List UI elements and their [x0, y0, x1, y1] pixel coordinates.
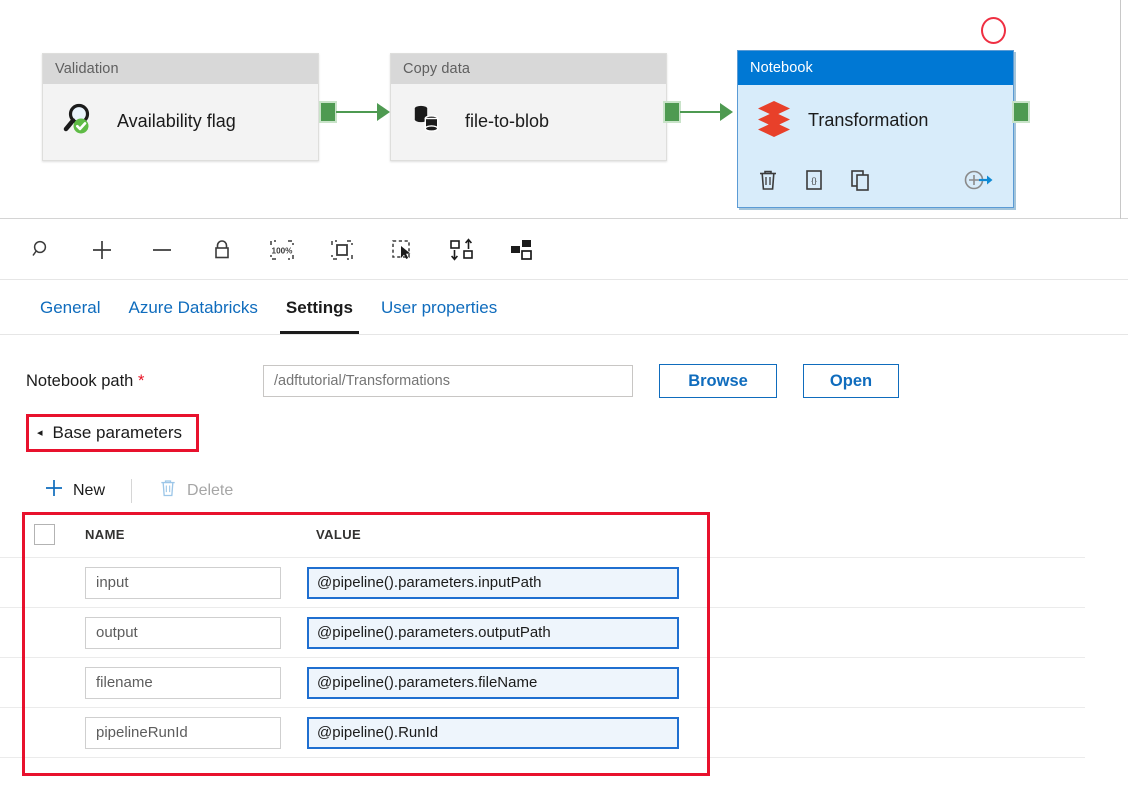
database-copy-icon: [409, 99, 449, 144]
lock-icon[interactable]: [204, 232, 240, 268]
activity-type-label: Copy data: [391, 54, 666, 84]
connector-arrow-2: [720, 103, 733, 121]
delete-activity-icon[interactable]: [756, 168, 780, 192]
activity-node-notebook[interactable]: Notebook Transformation {}: [737, 50, 1014, 208]
connector-arrow-1: [377, 103, 390, 121]
connector-handle-2[interactable]: [663, 101, 681, 123]
activity-type-label: Notebook: [738, 51, 1013, 85]
svg-text:{}: {}: [811, 177, 817, 186]
column-header-value: VALUE: [316, 527, 362, 542]
connector-line-1: [336, 111, 380, 113]
canvas-toolbar: 100%: [0, 220, 1128, 280]
fit-to-screen-icon[interactable]: [324, 232, 360, 268]
activity-name: file-to-blob: [465, 111, 550, 131]
open-button[interactable]: Open: [803, 364, 899, 398]
add-output-icon[interactable]: [963, 168, 995, 192]
clone-activity-icon[interactable]: [848, 168, 872, 192]
base-parameters-table: NAME VALUE: [0, 512, 1128, 758]
parameter-value-input[interactable]: [307, 716, 679, 749]
zoom-out-icon[interactable]: [144, 232, 180, 268]
delete-parameter-label: Delete: [187, 481, 234, 499]
parameter-value-input[interactable]: [307, 616, 679, 649]
parameter-name-input[interactable]: [85, 666, 281, 699]
settings-panel: Notebook path * Browse Open ◂ Base param…: [0, 336, 1128, 792]
annotation-circle-highlight: [981, 17, 1006, 44]
svg-text:100%: 100%: [272, 246, 294, 255]
browse-button[interactable]: Browse: [659, 364, 777, 398]
activity-type-label: Validation: [43, 54, 318, 84]
parameter-name-input[interactable]: [85, 716, 281, 749]
notebook-path-row: Notebook path * Browse Open: [26, 364, 899, 398]
collapse-caret-icon: ◂: [37, 426, 43, 439]
activity-name: Transformation: [808, 109, 929, 130]
table-row: [0, 658, 1085, 708]
plus-icon: [44, 478, 64, 503]
adf-pipeline-editor: Validation Availability flag Copy data f…: [0, 0, 1128, 792]
connector-handle-output[interactable]: [1012, 101, 1030, 123]
table-row: [0, 608, 1085, 658]
code-activity-icon[interactable]: {}: [802, 168, 826, 192]
connector-handle-1[interactable]: [319, 101, 337, 123]
canvas-right-divider: [1120, 0, 1121, 219]
parameter-name-input[interactable]: [85, 566, 281, 599]
tab-azure-databricks[interactable]: Azure Databricks: [114, 282, 271, 334]
connector-line-2: [680, 111, 723, 113]
zoom-in-icon[interactable]: [84, 232, 120, 268]
activity-name: Availability flag: [117, 111, 236, 131]
parameter-name-input[interactable]: [85, 616, 281, 649]
tab-user-properties[interactable]: User properties: [367, 282, 511, 334]
required-asterisk: *: [137, 371, 145, 390]
tab-general[interactable]: General: [26, 282, 114, 334]
databricks-layers-icon: [756, 99, 792, 142]
auto-align-icon[interactable]: [444, 232, 480, 268]
column-header-name: NAME: [85, 527, 125, 542]
table-header-row: NAME VALUE: [0, 512, 1085, 558]
tab-settings[interactable]: Settings: [272, 282, 367, 334]
activity-node-validation[interactable]: Validation Availability flag: [42, 53, 319, 161]
base-parameters-title: Base parameters: [52, 423, 182, 442]
parameter-value-input[interactable]: [307, 666, 679, 699]
marquee-select-icon[interactable]: [384, 232, 420, 268]
parameter-value-input[interactable]: [307, 566, 679, 599]
magnifier-check-icon: [61, 99, 101, 144]
notebook-path-label: Notebook path *: [26, 371, 145, 390]
trash-icon: [158, 478, 178, 503]
zoom-100-percent-icon[interactable]: 100%: [264, 232, 300, 268]
zoom-search-icon[interactable]: [24, 232, 60, 268]
properties-tabs: General Azure Databricks Settings User p…: [0, 281, 1128, 335]
auto-layout-icon[interactable]: [504, 232, 540, 268]
base-parameters-command-bar: New Delete: [30, 472, 247, 509]
table-row: [0, 708, 1085, 758]
command-separator: [131, 478, 133, 503]
table-row: [0, 558, 1085, 608]
new-parameter-button[interactable]: New: [30, 472, 119, 509]
notebook-path-input[interactable]: [263, 365, 633, 397]
pipeline-canvas[interactable]: Validation Availability flag Copy data f…: [0, 0, 1128, 219]
select-all-checkbox[interactable]: [34, 524, 55, 545]
new-parameter-label: New: [73, 481, 106, 499]
activity-node-copy-data[interactable]: Copy data file-to-blob: [390, 53, 667, 161]
base-parameters-section-header[interactable]: ◂ Base parameters: [26, 414, 199, 452]
delete-parameter-button[interactable]: Delete: [144, 472, 247, 509]
